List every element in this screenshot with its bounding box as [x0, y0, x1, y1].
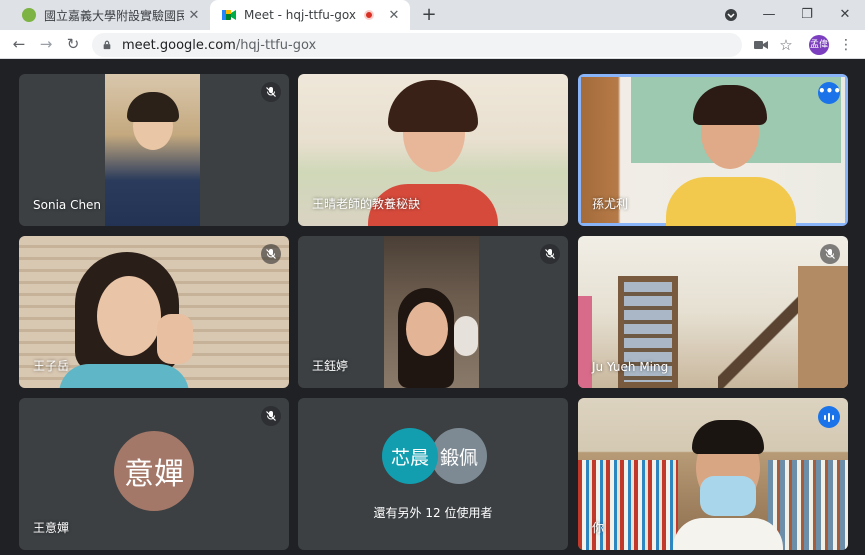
mic-off-icon	[540, 244, 560, 264]
tab-school[interactable]: 國立嘉義大學附設實驗國民小學 ✕	[10, 0, 210, 30]
participant-name: 王意嬋	[33, 521, 70, 535]
participant-tile[interactable]: Ju Yueh Ming	[578, 236, 848, 388]
profile-avatar[interactable]: 孟偉	[809, 35, 829, 55]
tab-meet[interactable]: Meet - hqj-ttfu-gox ✕	[210, 0, 410, 30]
close-icon[interactable]: ✕	[384, 8, 404, 23]
url-path: /hqj-ttfu-gox	[235, 37, 317, 53]
school-favicon-icon	[22, 8, 36, 22]
back-button[interactable]: ←	[8, 33, 30, 55]
browser-menu-button[interactable]: ⋮	[838, 35, 854, 55]
participant-name: Sonia Chen	[33, 198, 102, 212]
recording-icon	[364, 10, 374, 20]
self-tile[interactable]: 你	[578, 398, 848, 550]
tab-title: Meet - hqj-ttfu-gox	[244, 8, 356, 22]
participant-name: Ju Yueh Ming	[592, 360, 669, 374]
avatar: 芯晨	[382, 428, 438, 484]
more-options-button[interactable]: •••	[818, 82, 841, 104]
participant-name: 你	[592, 521, 605, 535]
avatar: 鍛佩	[431, 428, 487, 484]
address-bar[interactable]: meet.google.com/hqj-ttfu-gox	[92, 33, 742, 57]
participant-name: 王晴老師的教養秘訣	[312, 197, 421, 211]
other-participants-count: 還有另外 12 位使用者	[373, 506, 493, 520]
url-host: meet.google.com	[122, 37, 236, 53]
lock-icon	[103, 40, 111, 50]
participant-video	[384, 236, 479, 388]
participant-video	[578, 398, 848, 550]
maximize-button[interactable]: ❐	[788, 0, 826, 30]
camera-icon[interactable]	[750, 34, 772, 56]
participant-tile[interactable]: 王晴老師的教養秘訣	[298, 74, 568, 226]
participant-tile[interactable]: 王子岳	[19, 236, 289, 388]
participant-tile[interactable]: Sonia Chen	[19, 74, 289, 226]
mic-off-icon	[261, 82, 281, 102]
forward-button[interactable]: →	[35, 33, 57, 55]
close-window-button[interactable]: ✕	[826, 0, 864, 30]
mic-off-icon	[261, 406, 281, 426]
minimize-button[interactable]: —	[750, 0, 788, 30]
meeting-grid: Sonia Chen 王晴老師的教養秘訣 孫尤利 ••• 王子岳 王鈺婷 Ju …	[0, 60, 865, 555]
mic-off-icon	[820, 244, 840, 264]
tab-search-icon[interactable]	[712, 0, 750, 30]
participant-tile[interactable]: 孫尤利 •••	[578, 74, 848, 226]
participant-name: 王子岳	[33, 359, 70, 373]
reload-button[interactable]: ↻	[62, 33, 84, 55]
participant-tile[interactable]: 王鈺婷	[298, 236, 568, 388]
bookmark-star-icon[interactable]: ☆	[775, 34, 797, 56]
url-text: meet.google.com/hqj-ttfu-gox	[122, 38, 316, 53]
close-icon[interactable]: ✕	[184, 8, 204, 23]
avatar: 意嬋	[114, 431, 194, 511]
toolbar: ← → ↻ meet.google.com/hqj-ttfu-gox ☆	[0, 30, 865, 59]
mic-off-icon	[261, 244, 281, 264]
tab-title: 國立嘉義大學附設實驗國民小學	[44, 8, 184, 23]
others-tile[interactable]: 芯晨 鍛佩 還有另外 12 位使用者	[298, 398, 568, 550]
participant-video	[105, 74, 200, 226]
speaking-indicator-icon	[818, 406, 840, 428]
new-tab-button[interactable]: +	[418, 4, 440, 26]
meet-favicon-icon	[222, 9, 236, 21]
tab-strip: 國立嘉義大學附設實驗國民小學 ✕ Meet - hqj-ttfu-gox ✕ +…	[0, 0, 865, 30]
participant-name: 王鈺婷	[312, 359, 349, 373]
participant-name: 孫尤利	[592, 197, 629, 211]
participant-tile[interactable]: 意嬋 王意嬋	[19, 398, 289, 550]
